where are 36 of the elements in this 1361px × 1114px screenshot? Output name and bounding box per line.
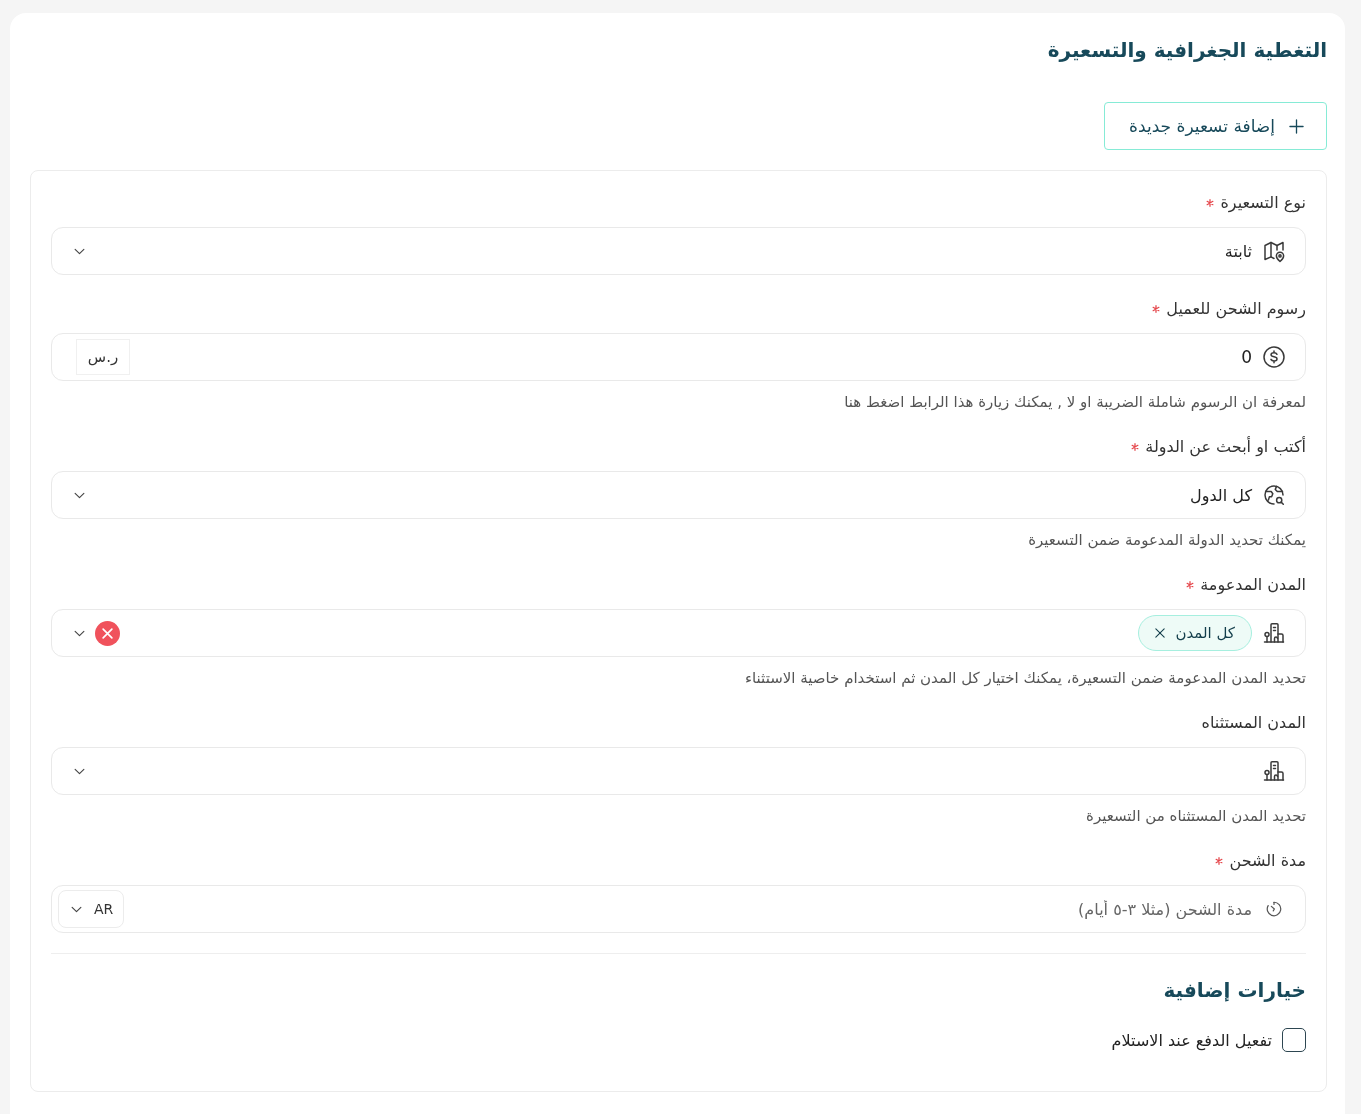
chevron-down-icon: [74, 247, 85, 255]
field-label: المدن المستثناه: [1201, 712, 1306, 734]
chevron-down-icon: [74, 629, 85, 637]
buildings-icon: [1262, 621, 1286, 645]
plus-icon: [1289, 118, 1304, 134]
chevron-down-icon: [74, 767, 85, 775]
map-pin-icon: [1262, 239, 1286, 263]
cities-select[interactable]: كل المدن: [51, 609, 1306, 657]
section-title: التغطية الجغرافية والتسعيرة: [1046, 37, 1327, 64]
globe-search-icon: [1262, 483, 1286, 507]
field-label: نوع التسعيرة: [1220, 192, 1306, 215]
currency-addon: ر.س: [76, 339, 130, 375]
tag-chip[interactable]: كل المدن: [1138, 615, 1252, 651]
add-pricing-button[interactable]: إضافة تسعيرة جديدة: [1104, 102, 1327, 150]
chevron-down-icon: [71, 905, 82, 913]
field-label: المدن المدعومة: [1200, 574, 1306, 597]
helper-text: تحديد المدن المستثناه من التسعيرة: [1085, 806, 1306, 827]
fee-input[interactable]: 0: [140, 347, 1252, 367]
country-select[interactable]: كل الدول: [51, 471, 1306, 519]
pricing-type-select[interactable]: ثابتة: [51, 227, 1306, 275]
helper-text: لمعرفة ان الرسوم شاملة الضريبة او لا , يمكنك زيارة هذا الرابط اضغط هنا: [843, 392, 1306, 413]
field-label: مدة الشحن: [1229, 850, 1306, 873]
language-select[interactable]: AR: [58, 890, 125, 928]
dollar-coin-icon: [1262, 345, 1286, 369]
timer-icon: [1265, 900, 1283, 918]
close-icon[interactable]: [1155, 628, 1166, 638]
clear-icon[interactable]: [95, 620, 120, 646]
field-label: رسوم الشحن للعميل: [1166, 298, 1306, 321]
helper-text: تحديد المدن المدعومة ضمن التسعيرة، يمكنك اختيار كل المدن ثم استخدام خاصية الاستثناء: [743, 668, 1306, 689]
section-heading: خيارات إضافية: [1162, 977, 1306, 1004]
checkbox-label: تفعيل الدفع عند الاستلام: [1111, 1030, 1272, 1050]
chevron-down-icon: [74, 491, 85, 499]
field-label: أكتب او أبحث عن الدولة: [1145, 435, 1306, 459]
helper-text: يمكنك تحديد الدولة المدعومة ضمن التسعيرة: [1027, 530, 1306, 551]
buildings-icon: [1262, 759, 1286, 783]
checkbox[interactable]: [1282, 1028, 1306, 1052]
